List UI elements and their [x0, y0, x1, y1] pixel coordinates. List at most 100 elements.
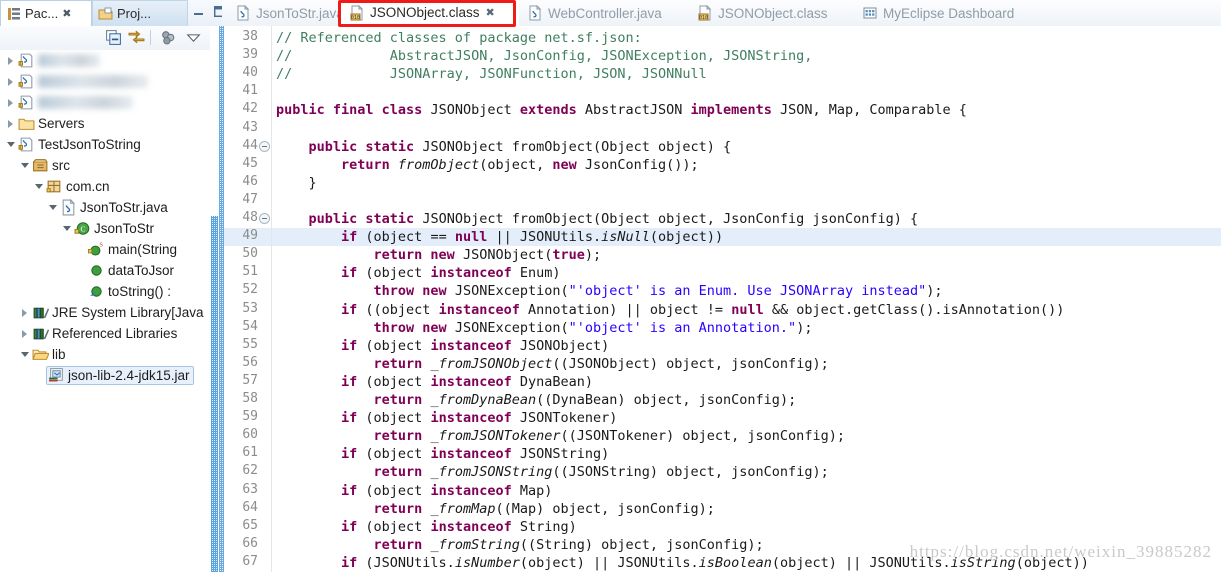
code-token: (object): [519, 554, 593, 571]
code-token: isBoolean: [698, 554, 772, 571]
view-tab-pac[interactable]: Pac... ✖: [0, 0, 92, 26]
tree-item-content[interactable]: Referenced Libraries: [32, 325, 177, 342]
code-editor[interactable]: 38 39 40 41 42 43 44 45 46 47 48 49 50 51 52 53 54 55 56 57…: [219, 26, 1221, 572]
code-token: (object)): [649, 229, 724, 246]
view-tab-proj[interactable]: Proj...: [92, 0, 188, 26]
package-explorer-icon: [6, 6, 22, 22]
chevron-down-icon[interactable]: [46, 197, 60, 218]
chevron-right-icon[interactable]: [18, 302, 32, 323]
tree-item[interactable]: com.cn: [0, 176, 206, 197]
tree-item[interactable]: toString() :: [0, 281, 206, 302]
editor-tab-myeclipse-dashboard[interactable]: MyEclipse Dashboard: [854, 0, 1044, 26]
code-token: ((object: [365, 301, 439, 318]
tree-item-content[interactable]: C JsonToStr: [74, 220, 154, 237]
tree-item-content[interactable]: !: [18, 94, 133, 111]
link-with-editor-button[interactable]: [128, 29, 146, 47]
code-token: JSONObject fromObject(Object object) {: [422, 138, 732, 155]
fold-toggle-icon[interactable]: [259, 140, 270, 152]
chevron-down-icon[interactable]: [18, 155, 32, 176]
chevron-down-icon[interactable]: [32, 176, 46, 197]
java-file-icon: [60, 199, 77, 216]
tree-item-content[interactable]: !: [18, 52, 100, 69]
tree-item-selected[interactable]: json-lib-2.4-jdk15.jar: [46, 366, 194, 385]
vertical-scrollbar[interactable]: [211, 216, 218, 572]
tree-item-content[interactable]: JRE System Library [Java: [32, 304, 204, 321]
code-token: _fromJSONObject: [430, 355, 553, 372]
tree-item[interactable]: ! TestJsonToString: [0, 134, 206, 155]
editor-tab-webcontroller-java[interactable]: WebController.java: [519, 0, 689, 26]
code-token: throw new: [276, 319, 455, 336]
tree-item[interactable]: !: [0, 50, 206, 71]
tree-item[interactable]: !: [0, 92, 206, 113]
line-number: 48: [242, 210, 258, 225]
code-token: }: [276, 174, 317, 191]
minimize-button[interactable]: [192, 5, 205, 18]
eclipse-ide-window: Pac... ✖ Proj... JsonToStr.java 010 JSONObje…: [0, 0, 1221, 572]
tree-item-content[interactable]: ! TestJsonToString: [18, 136, 141, 153]
line-number-gutter: 38 39 40 41 42 43 44 45 46 47 48 49 50 51 52 53 54 55 56 57…: [224, 26, 272, 572]
code-token: "'object' is an Annotation.": [568, 319, 797, 336]
redacted-label: [38, 75, 148, 88]
code-token: String): [519, 518, 577, 535]
svg-text:!: !: [20, 103, 21, 109]
tree-item[interactable]: !: [0, 71, 206, 92]
tree-item[interactable]: Smain(String: [0, 239, 206, 260]
view-filter-button[interactable]: [160, 29, 178, 47]
project-tree[interactable]: !!! Servers ! TestJsonToString src com.cn Json…: [0, 50, 206, 572]
code-token: isNumber: [454, 554, 520, 571]
tree-item-content[interactable]: toString() :: [88, 283, 171, 300]
close-icon[interactable]: ✖: [62, 7, 71, 20]
code-line: return fromObject(object, new JsonConfig…: [276, 156, 699, 174]
tree-item-label-dim: [Java: [171, 305, 204, 320]
code-token: ((JSONObject) object, jsonConfig);: [552, 355, 829, 372]
tree-item[interactable]: C JsonToStr: [0, 218, 206, 239]
chevron-down-icon[interactable]: [18, 344, 32, 365]
tree-item-content[interactable]: JsonToStr.java: [60, 199, 168, 216]
tree-item[interactable]: src: [0, 155, 206, 176]
fold-toggle-icon[interactable]: [259, 213, 270, 224]
code-token: _fromDynaBean: [430, 392, 537, 408]
tree-item-content[interactable]: !: [18, 73, 148, 90]
code-token: (object: [365, 482, 431, 499]
tree-item[interactable]: JsonToStr.java: [0, 197, 206, 218]
tree-item-content[interactable]: src: [32, 157, 70, 174]
tree-item-label: dataToJsor: [108, 263, 175, 278]
chevron-right-icon[interactable]: [4, 71, 18, 92]
chevron-right-icon[interactable]: [4, 113, 18, 134]
tree-item-label: Servers: [38, 116, 85, 131]
tree-item[interactable]: Referenced Libraries: [0, 323, 206, 344]
tree-item-content[interactable]: Smain(String: [88, 241, 177, 258]
tree-item-content[interactable]: dataToJsor: [88, 262, 174, 279]
tree-item[interactable]: JRE System Library [Java: [0, 302, 206, 323]
code-token: ||: [844, 554, 870, 571]
tree-item[interactable]: json-lib-2.4-jdk15.jar: [0, 365, 206, 386]
code-token: && object.getClass().isAnnotation()): [771, 301, 1065, 318]
tree-item[interactable]: lib: [0, 344, 206, 365]
code-token: JSONException(: [454, 319, 569, 336]
chevron-right-icon[interactable]: [4, 92, 18, 113]
tree-item-content[interactable]: lib: [32, 346, 66, 363]
code-token: return: [276, 536, 431, 553]
code-line: }: [276, 174, 317, 192]
toolbar-separator: [150, 30, 151, 45]
chevron-down-icon[interactable]: [4, 134, 18, 155]
tree-item[interactable]: Servers: [0, 113, 206, 134]
source-code-area[interactable]: // Referenced classes of package net.sf.…: [272, 26, 1221, 572]
package-explorer-view: !!! Servers ! TestJsonToString src com.cn Json…: [0, 26, 218, 572]
code-token: );: [796, 319, 813, 336]
tree-item[interactable]: dataToJsor: [0, 260, 206, 281]
redacted-label: [38, 96, 133, 109]
chevron-down-icon[interactable]: [60, 218, 74, 239]
code-token: return: [276, 500, 431, 517]
dashboard-icon: [862, 5, 878, 21]
tree-item-content[interactable]: Servers: [18, 115, 85, 132]
code-token: instanceof: [430, 482, 520, 499]
view-menu-button[interactable]: [185, 29, 203, 47]
chevron-right-icon[interactable]: [4, 50, 18, 71]
tree-item-content[interactable]: com.cn: [46, 178, 110, 195]
package-icon: [46, 178, 63, 195]
collapse-all-button[interactable]: [105, 29, 123, 47]
chevron-right-icon[interactable]: [18, 323, 32, 344]
editor-tab-jsonobject-class[interactable]: 010 JSONObject.class: [689, 0, 854, 26]
